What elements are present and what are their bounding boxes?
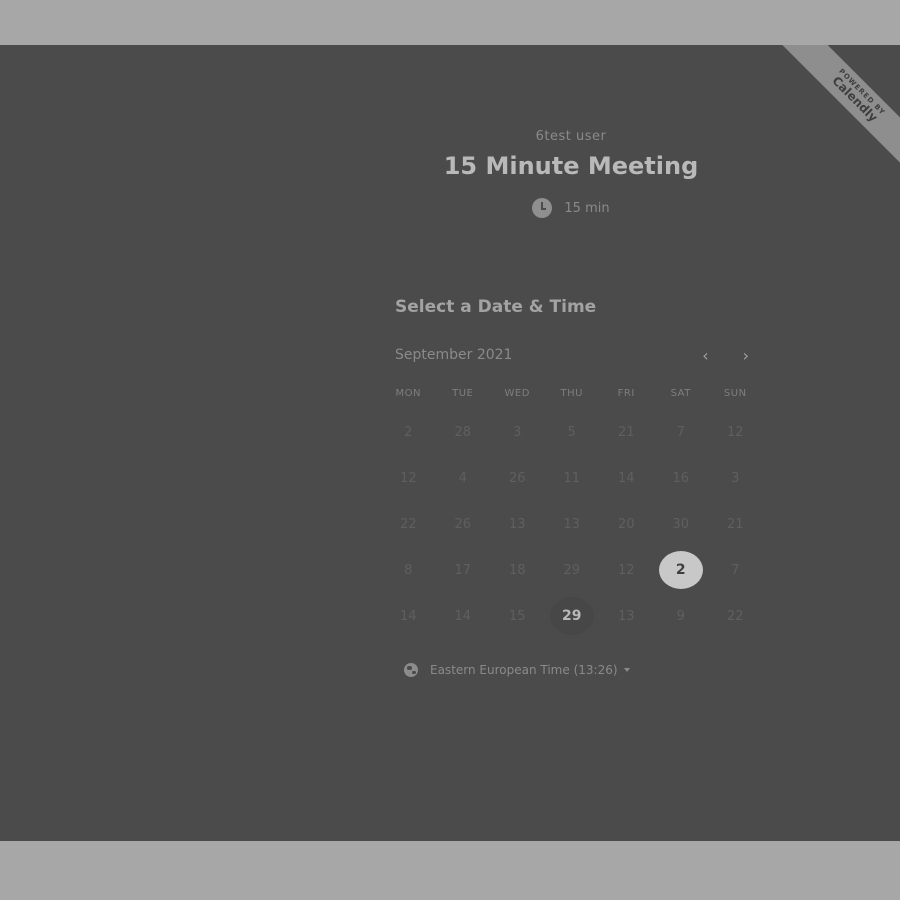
calendar-day: 26	[436, 501, 491, 547]
day-number: 12	[399, 470, 417, 486]
day-number: 14	[399, 608, 417, 624]
date-picker: Select a Date & Time September 2021 ‹ › …	[395, 297, 755, 677]
calendar-day: 21	[708, 501, 763, 547]
host-name: 6test user	[535, 129, 607, 144]
calendar-day: 22	[708, 593, 763, 639]
day-number: 26	[508, 470, 526, 486]
day-number: 30	[672, 516, 690, 532]
calendar-day: 26	[490, 455, 545, 501]
calendar-day: 13	[599, 593, 654, 639]
calendar-day: 17	[436, 547, 491, 593]
day-number: 4	[458, 470, 467, 486]
day-number: 14	[454, 608, 472, 624]
weekday-sun: SUN	[723, 388, 747, 399]
day-number: 16	[672, 470, 690, 486]
day-number: 12	[726, 424, 744, 440]
weekday-thu: THU	[560, 388, 583, 399]
calendar-day: 7	[654, 409, 709, 455]
day-number: 22	[399, 516, 417, 532]
day-number: 26	[454, 516, 472, 532]
day-number: 5	[567, 424, 576, 440]
calendar-day: 12	[599, 547, 654, 593]
day-number: 9	[676, 608, 685, 624]
calendar-day: 12	[381, 455, 436, 501]
calendar-day: 12	[708, 409, 763, 455]
day-number: 20	[617, 516, 635, 532]
day-number: 29	[549, 597, 594, 635]
calendar-day: 28	[436, 409, 491, 455]
day-number: 15	[508, 608, 526, 624]
weekday-wed: WED	[504, 388, 530, 399]
month-row: September 2021 ‹ ›	[395, 345, 755, 365]
calendar-day: 3	[490, 409, 545, 455]
day-number: 21	[726, 516, 744, 532]
calendar-day: 18	[490, 547, 545, 593]
next-month-icon[interactable]: ›	[743, 346, 749, 365]
day-number: 12	[617, 562, 635, 578]
section-title: Select a Date & Time	[395, 297, 597, 317]
calendar-day[interactable]: 2	[654, 547, 709, 593]
calendar-day[interactable]: 29	[545, 593, 600, 639]
calendar-day: 21	[599, 409, 654, 455]
calendar-day: 22	[381, 501, 436, 547]
weekday-mon: MON	[395, 388, 421, 399]
day-number: 28	[454, 424, 472, 440]
day-number: 2	[658, 551, 703, 589]
calendar-grid: 2 28 3 5 21 7 12 12 4 26 11 14 16 3 22 26 13 13 20 30 21 8 17 1…	[381, 409, 755, 639]
calendar-day: 30	[654, 501, 709, 547]
calendar-day: 13	[490, 501, 545, 547]
day-number: 13	[617, 608, 635, 624]
calendar-day: 11	[545, 455, 600, 501]
calendar-day: 15	[490, 593, 545, 639]
calendar-day: 4	[436, 455, 491, 501]
prev-month-icon[interactable]: ‹	[702, 346, 708, 365]
calendar-day: 14	[436, 593, 491, 639]
weekday-tue: TUE	[452, 388, 474, 399]
day-number: 2	[404, 424, 413, 440]
scheduler-card: POWERED BY Calendly 6test user 15 Minute…	[0, 45, 900, 841]
calendar-day: 3	[708, 455, 763, 501]
calendar-day: 20	[599, 501, 654, 547]
calendar-day: 2	[381, 409, 436, 455]
weekday-fri: FRI	[617, 388, 635, 399]
event-header: 6test user 15 Minute Meeting 15 min	[0, 129, 900, 218]
day-number: 3	[731, 470, 740, 486]
day-number: 17	[454, 562, 472, 578]
day-number: 14	[617, 470, 635, 486]
day-number: 21	[617, 424, 635, 440]
month-label: September 2021	[395, 347, 513, 363]
day-number: 7	[676, 424, 685, 440]
month-nav: ‹ ›	[702, 346, 755, 365]
caret-down-icon	[623, 668, 630, 672]
calendar-day: 14	[381, 593, 436, 639]
day-number: 11	[563, 470, 581, 486]
day-number: 18	[508, 562, 526, 578]
calendar-day: 9	[654, 593, 709, 639]
day-number: 22	[726, 608, 744, 624]
calendar-day: 8	[381, 547, 436, 593]
day-number: 7	[731, 562, 740, 578]
calendar-day: 5	[545, 409, 600, 455]
timezone-selector[interactable]: Eastern European Time (13:26)	[404, 663, 755, 677]
calendar-day: 14	[599, 455, 654, 501]
calendar-day: 29	[545, 547, 600, 593]
duration-label: 15 min	[564, 200, 610, 216]
day-number: 13	[508, 516, 526, 532]
day-number: 8	[404, 562, 413, 578]
event-title: 15 Minute Meeting	[443, 152, 699, 180]
timezone-label: Eastern European Time (13:26)	[430, 663, 618, 677]
weekday-sat: SAT	[670, 388, 691, 399]
calendar-day: 16	[654, 455, 709, 501]
event-duration: 15 min	[242, 198, 900, 218]
globe-icon	[404, 663, 418, 677]
clock-icon	[532, 198, 553, 218]
calendar-day: 13	[545, 501, 600, 547]
day-number: 29	[563, 562, 581, 578]
day-number: 13	[563, 516, 581, 532]
calendar-day: 7	[708, 547, 763, 593]
day-number: 3	[513, 424, 522, 440]
weekday-header: MON TUE WED THU FRI SAT SUN	[381, 388, 755, 399]
